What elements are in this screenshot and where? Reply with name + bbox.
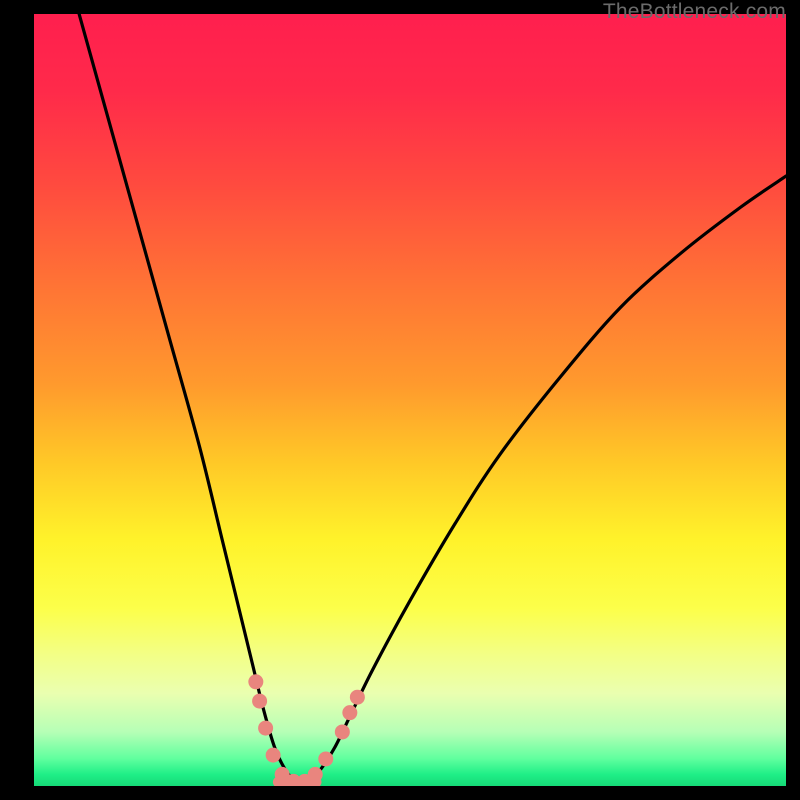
background-gradient	[34, 14, 786, 786]
watermark-text: TheBottleneck.com	[603, 0, 786, 24]
chart-frame: TheBottleneck.com	[0, 0, 800, 800]
plot-area	[34, 14, 786, 786]
